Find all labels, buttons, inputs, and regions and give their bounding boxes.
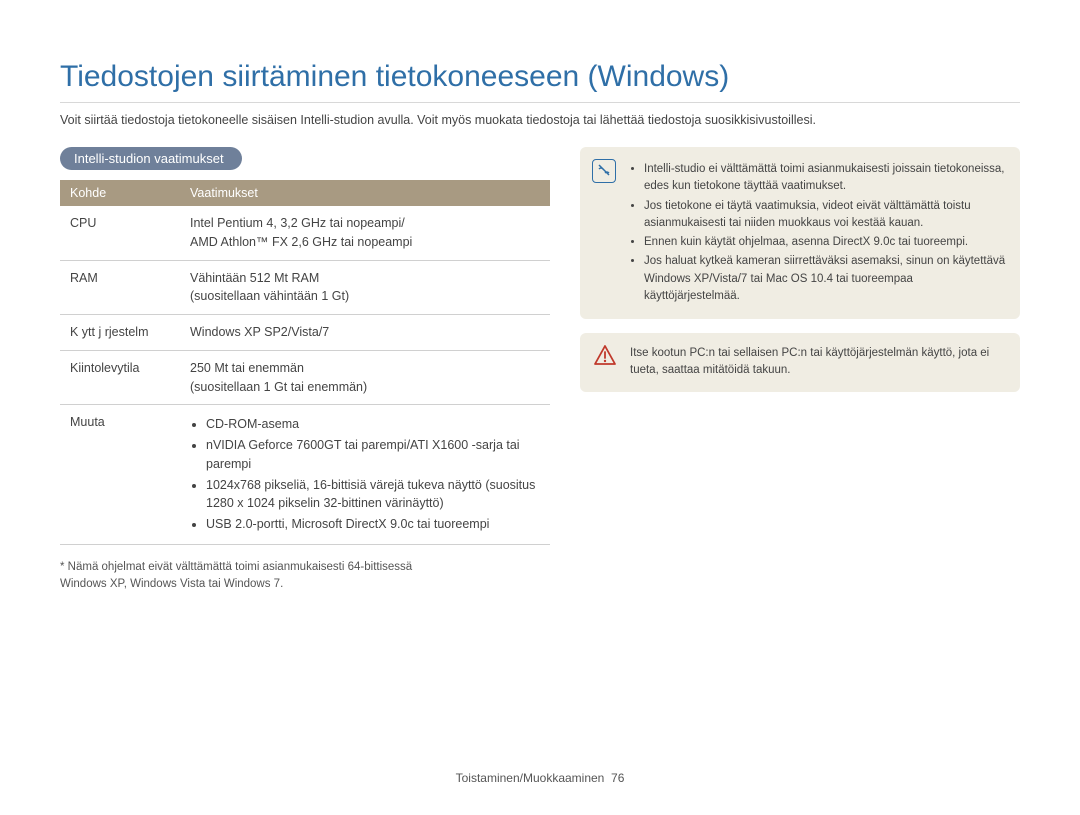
- list-item: 1024x768 pikseliä, 16-bittisiä värejä tu…: [206, 476, 540, 514]
- table-row: CPU Intel Pentium 4, 3,2 GHz tai nopeamp…: [60, 206, 550, 260]
- row-value-hdd: 250 Mt tai enemmän (suositellaan 1 Gt ta…: [180, 350, 550, 405]
- row-label-hdd: Kiintolevytila: [60, 350, 180, 405]
- table-row: Kiintolevytila 250 Mt tai enemmän (suosi…: [60, 350, 550, 405]
- row-label-other: Muuta: [60, 405, 180, 545]
- row-label-ram: RAM: [60, 260, 180, 315]
- footnote: * Nämä ohjelmat eivät välttämättä toimi …: [60, 559, 550, 594]
- intro-text: Voit siirtää tiedostoja tietokoneelle si…: [60, 113, 1020, 127]
- row-label-os: K ytt j rjestelm: [60, 315, 180, 351]
- row-value-ram: Vähintään 512 Mt RAM (suositellaan vähin…: [180, 260, 550, 315]
- table-row: Muuta CD-ROM-asema nVIDIA Geforce 7600GT…: [60, 405, 550, 545]
- list-item: Jos tietokone ei täytä vaatimuksia, vide…: [644, 198, 1006, 233]
- table-row: K ytt j rjestelm Windows XP SP2/Vista/7: [60, 315, 550, 351]
- row-value-os: Windows XP SP2/Vista/7: [180, 315, 550, 351]
- warning-box: Itse kootun PC:n tai sellaisen PC:n tai …: [580, 333, 1020, 392]
- row-label-cpu: CPU: [60, 206, 180, 260]
- table-row: RAM Vähintään 512 Mt RAM (suositellaan v…: [60, 260, 550, 315]
- list-item: CD-ROM-asema: [206, 415, 540, 434]
- warning-icon: [592, 343, 618, 369]
- warning-text: Itse kootun PC:n tai sellaisen PC:n tai …: [630, 347, 989, 376]
- requirements-table: Kohde Vaatimukset CPU Intel Pentium 4, 3…: [60, 180, 550, 545]
- table-head-vaatimukset: Vaatimukset: [180, 180, 550, 206]
- list-item: nVIDIA Geforce 7600GT tai parempi/ATI X1…: [206, 436, 540, 474]
- page-title: Tiedostojen siirtäminen tietokoneeseen (…: [60, 60, 1020, 103]
- page-footer: Toistaminen/Muokkaaminen 76: [0, 771, 1080, 785]
- list-item: Jos haluat kytkeä kameran siirrettäväksi…: [644, 253, 1006, 305]
- table-head-kohde: Kohde: [60, 180, 180, 206]
- row-value-other: CD-ROM-asema nVIDIA Geforce 7600GT tai p…: [180, 405, 550, 545]
- list-item: Ennen kuin käytät ohjelmaa, asenna Direc…: [644, 234, 1006, 251]
- row-value-cpu: Intel Pentium 4, 3,2 GHz tai nopeampi/ A…: [180, 206, 550, 260]
- note-icon: [592, 159, 616, 183]
- list-item: USB 2.0-portti, Microsoft DirectX 9.0c t…: [206, 515, 540, 534]
- list-item: Intelli-studio ei välttämättä toimi asia…: [644, 161, 1006, 196]
- section-heading: Intelli-studion vaatimukset: [60, 147, 242, 170]
- note-box: Intelli-studio ei välttämättä toimi asia…: [580, 147, 1020, 319]
